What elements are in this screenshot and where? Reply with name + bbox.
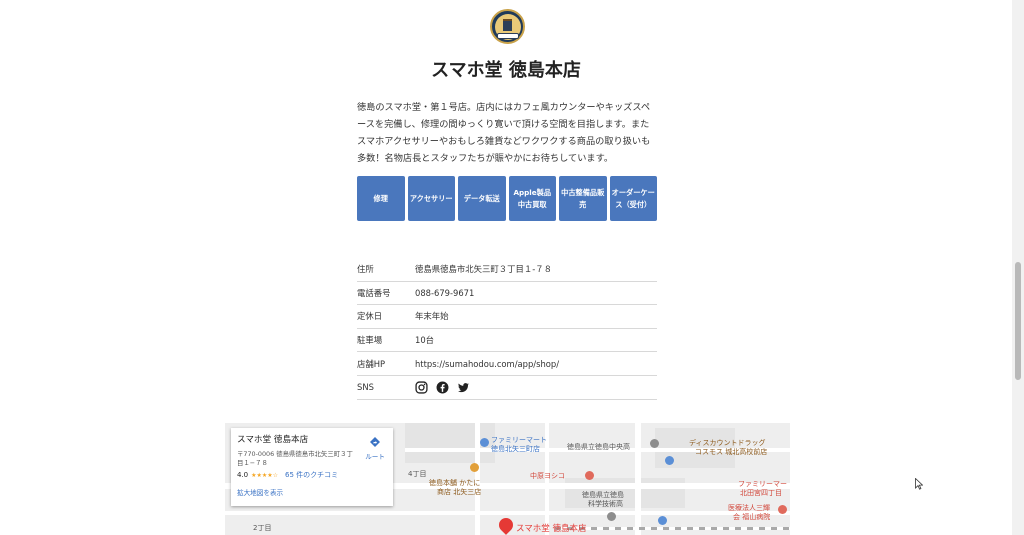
holiday-label: 定休日 bbox=[357, 311, 383, 322]
info-row-holiday: 定休日 年末年始 bbox=[357, 305, 657, 329]
store-title: スマホ堂 徳島本店 bbox=[431, 60, 581, 81]
map-card-rating: 4.0 ★★★★☆ 65 件のクチコミ bbox=[237, 470, 387, 480]
store-info-table: 住所 徳島県徳島市北矢三町３丁目１-７８ 電話番号 088-679-9671 定… bbox=[357, 258, 657, 400]
website-link[interactable]: https://sumahodou.com/app/shop/ bbox=[415, 359, 657, 369]
phone-value[interactable]: 088-679-9671 bbox=[415, 288, 657, 298]
rating-stars-icon: ★★★★☆ bbox=[251, 471, 279, 479]
map-poi-kataniya-sub[interactable]: 商店 北矢三店 bbox=[437, 487, 481, 497]
website-label: 店舗HP bbox=[357, 358, 386, 369]
map-label-block2: 2丁目 bbox=[253, 524, 272, 532]
twitter-icon[interactable] bbox=[457, 381, 470, 394]
repair-button[interactable]: 修理 bbox=[357, 176, 405, 221]
map-poi-familymart-sub[interactable]: 徳島北矢三町店 bbox=[491, 444, 540, 454]
apple-buyback-button[interactable]: Apple製品中古買取 bbox=[508, 176, 556, 221]
route-button[interactable]: ルート bbox=[365, 436, 385, 461]
map-poi-hospital-sub[interactable]: 会 福山病院 bbox=[733, 512, 770, 522]
parking-label: 駐車場 bbox=[357, 335, 383, 346]
instagram-icon[interactable] bbox=[415, 381, 428, 394]
accessory-button[interactable]: アクセサリー bbox=[407, 176, 455, 221]
info-row-parking: 駐車場 10台 bbox=[357, 329, 657, 353]
map-poi-familymart-2-sub[interactable]: 北田宮四丁目 bbox=[740, 488, 782, 498]
map-poi-science-school-sub[interactable]: 科学技術高 bbox=[588, 499, 623, 509]
route-label: ルート bbox=[365, 453, 385, 461]
map-marker[interactable] bbox=[470, 463, 479, 472]
map-card-address: 〒770-0006 徳島県徳島市北矢三町３丁目１−７８ bbox=[237, 450, 353, 467]
map-marker[interactable] bbox=[650, 439, 659, 448]
facebook-icon[interactable] bbox=[436, 381, 449, 394]
store-location-pin[interactable] bbox=[496, 515, 516, 535]
map-marker[interactable] bbox=[585, 471, 594, 480]
rating-value: 4.0 bbox=[237, 471, 249, 479]
refurbished-sales-button[interactable]: 中古整備品販売 bbox=[559, 176, 607, 221]
data-transfer-button[interactable]: データ転送 bbox=[458, 176, 506, 221]
map-label-block4: 4丁目 bbox=[408, 470, 427, 478]
holiday-value: 年末年始 bbox=[415, 311, 449, 322]
map-marker[interactable] bbox=[480, 438, 489, 447]
map-info-card: スマホ堂 徳島本店 〒770-0006 徳島県徳島市北矢三町３丁目１−７８ 4.… bbox=[231, 428, 393, 506]
service-buttons: 修理 アクセサリー データ転送 Apple製品中古買取 中古整備品販売 オーダー… bbox=[357, 176, 657, 221]
map-road bbox=[225, 511, 790, 515]
page-scrollbar[interactable] bbox=[1012, 0, 1024, 535]
map-poi-discount-sub[interactable]: コスモス 城北高校前店 bbox=[695, 447, 767, 457]
sns-icons bbox=[415, 381, 657, 394]
info-row-sns: SNS bbox=[357, 376, 657, 400]
info-row-website: 店舗HP https://sumahodou.com/app/shop/ bbox=[357, 352, 657, 376]
map-marker[interactable] bbox=[607, 512, 616, 521]
map-road bbox=[635, 423, 641, 535]
phone-label: 電話番号 bbox=[357, 287, 391, 298]
info-row-phone: 電話番号 088-679-9671 bbox=[357, 282, 657, 306]
map-poi-nakahara[interactable]: 中原ヨシコ bbox=[530, 471, 565, 481]
sns-label: SNS bbox=[357, 382, 374, 393]
map-poi-school[interactable]: 徳島県立徳島中央高 bbox=[567, 442, 630, 452]
address-label: 住所 bbox=[357, 264, 374, 275]
map-marker[interactable] bbox=[658, 516, 667, 525]
larger-map-link[interactable]: 拡大地図を表示 bbox=[237, 487, 283, 497]
info-row-address: 住所 徳島県徳島市北矢三町３丁目１-７８ bbox=[357, 258, 657, 282]
reviews-link[interactable]: 65 件のクチコミ bbox=[285, 470, 338, 480]
map-railway bbox=[555, 527, 790, 530]
directions-icon bbox=[370, 437, 381, 447]
embedded-map[interactable]: ファミリーマート 徳島北矢三町店 徳島県立徳島中央高 ディスカウントドラッグ コ… bbox=[225, 423, 790, 535]
mouse-cursor-icon bbox=[915, 478, 923, 490]
map-marker[interactable] bbox=[665, 456, 674, 465]
store-pin-label[interactable]: スマホ堂 徳島本店 bbox=[516, 522, 586, 534]
store-description: 徳島のスマホ堂・第１号店。店内にはカフェ風カウンターやキッズスペースを完備し、修… bbox=[357, 102, 651, 164]
store-logo bbox=[490, 9, 525, 44]
map-marker[interactable] bbox=[778, 505, 787, 514]
address-value: 徳島県徳島市北矢三町３丁目１-７８ bbox=[415, 264, 553, 275]
scrollbar-thumb[interactable] bbox=[1015, 262, 1021, 380]
parking-value: 10台 bbox=[415, 335, 435, 346]
order-case-button[interactable]: オーダーケース（受付） bbox=[609, 176, 657, 221]
